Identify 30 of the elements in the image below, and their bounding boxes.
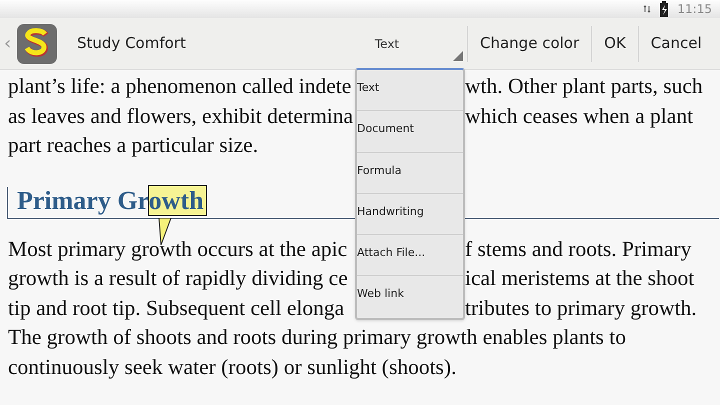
action-button[interactable]: Change color <box>467 26 592 62</box>
menu-item[interactable]: Document <box>357 111 463 153</box>
text-line: tributes to primary growth. <box>465 296 697 320</box>
type-spinner[interactable]: Text <box>327 18 467 69</box>
text-line: which ceases when a plant <box>465 104 694 128</box>
text-line: f stems and roots. Primary <box>465 236 692 260</box>
app-title: Study Comfort <box>77 33 187 54</box>
text-line: continuously seek water (roots) or sunlight (shoots). <box>8 354 456 381</box>
text-line: tip and root tip. Subsequent cell elonga <box>8 296 344 320</box>
text-line: plant’s life: a phenomenon called indete <box>8 74 352 98</box>
menu-item[interactable]: Formula <box>357 152 463 194</box>
text-line: part reaches a particular size. <box>8 132 258 159</box>
section-heading: Primary Growth <box>8 184 206 218</box>
dropdown-corner-icon <box>453 51 463 61</box>
action-button[interactable]: Cancel <box>638 26 714 62</box>
clock: 11:15 <box>677 1 712 18</box>
text-line: Most primary growth occurs at the apic <box>8 236 348 260</box>
menu-item[interactable]: Web link <box>357 276 463 318</box>
text-line: wth. Other plant parts, such <box>465 74 703 98</box>
text-line: as leaves and flowers, exhibit determina <box>8 104 354 128</box>
battery-icon <box>659 1 670 17</box>
menu-item[interactable]: Attach File... <box>357 235 463 276</box>
text-line: ical meristems at the shoot <box>465 266 694 290</box>
menu-item[interactable]: Handwriting <box>357 194 463 236</box>
text-line: The growth of shoots and roots during primary growth enables plants to <box>8 324 626 351</box>
data-activity-icon <box>643 5 652 13</box>
menu-item[interactable]: Text <box>357 70 463 112</box>
action-button[interactable]: OK <box>591 26 638 62</box>
text-line: growth is a result of rapidly dividing ce <box>8 266 348 290</box>
app-logo-icon[interactable] <box>16 22 58 64</box>
